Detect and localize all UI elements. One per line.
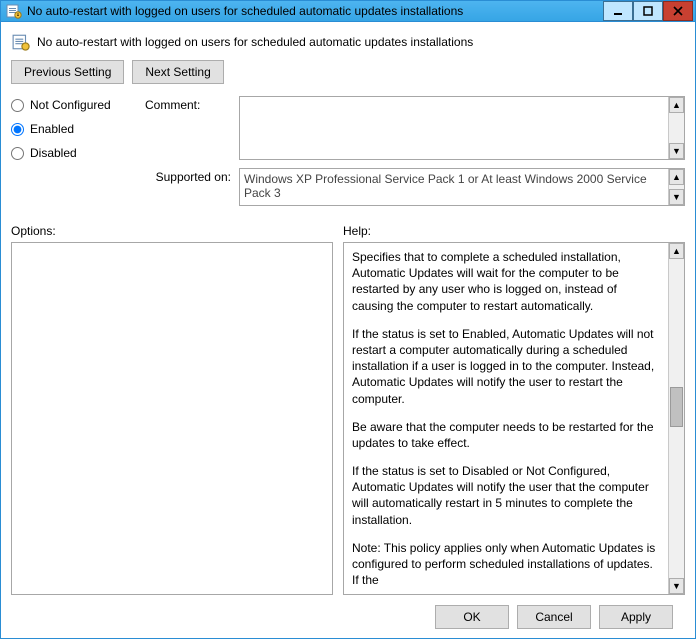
radio-not-configured-input[interactable]: [11, 99, 24, 112]
help-label: Help:: [343, 224, 371, 238]
options-panel: [11, 242, 333, 595]
app-icon: [5, 2, 23, 20]
help-text: Specifies that to complete a scheduled i…: [344, 243, 668, 594]
titlebar: No auto-restart with logged on users for…: [1, 1, 695, 22]
policy-header: No auto-restart with logged on users for…: [11, 30, 685, 60]
supported-scrollbar: ▲ ▼: [668, 169, 684, 205]
radio-not-configured[interactable]: Not Configured: [11, 98, 141, 112]
dialog-footer: OK Cancel Apply: [11, 595, 685, 639]
policy-name: No auto-restart with logged on users for…: [37, 35, 473, 49]
radio-disabled[interactable]: Disabled: [11, 146, 141, 160]
supported-on-field-wrap: Windows XP Professional Service Pack 1 o…: [239, 168, 685, 206]
options-label: Options:: [11, 224, 343, 238]
radio-disabled-input[interactable]: [11, 147, 24, 160]
next-setting-button[interactable]: Next Setting: [132, 60, 223, 84]
help-paragraph: Specifies that to complete a scheduled i…: [352, 249, 660, 314]
close-button[interactable]: [663, 1, 693, 21]
scroll-down-icon[interactable]: ▼: [669, 143, 684, 159]
radio-enabled-label: Enabled: [30, 122, 74, 136]
supported-on-label: Supported on:: [145, 168, 235, 184]
apply-button[interactable]: Apply: [599, 605, 673, 629]
radio-not-configured-label: Not Configured: [30, 98, 111, 112]
policy-dialog: No auto-restart with logged on users for…: [0, 0, 696, 639]
radio-enabled-input[interactable]: [11, 123, 24, 136]
comment-field[interactable]: [240, 97, 668, 159]
scroll-down-icon[interactable]: ▼: [669, 578, 684, 594]
help-paragraph: Be aware that the computer needs to be r…: [352, 419, 660, 451]
maximize-button[interactable]: [633, 1, 663, 21]
cancel-button[interactable]: Cancel: [517, 605, 591, 629]
window-title: No auto-restart with logged on users for…: [27, 4, 603, 18]
scroll-up-icon[interactable]: ▲: [669, 97, 684, 113]
help-panel: Specifies that to complete a scheduled i…: [343, 242, 685, 595]
ok-button[interactable]: OK: [435, 605, 509, 629]
help-paragraph: Note: This policy applies only when Auto…: [352, 540, 660, 589]
radio-enabled[interactable]: Enabled: [11, 122, 141, 136]
previous-setting-button[interactable]: Previous Setting: [11, 60, 124, 84]
scroll-up-icon[interactable]: ▲: [669, 243, 684, 259]
supported-on-value: Windows XP Professional Service Pack 1 o…: [240, 169, 668, 205]
radio-disabled-label: Disabled: [30, 146, 77, 160]
scrollbar-thumb[interactable]: [670, 387, 683, 427]
help-paragraph: If the status is set to Disabled or Not …: [352, 463, 660, 528]
help-scrollbar[interactable]: ▲ ▼: [668, 243, 684, 594]
comment-field-wrap: ▲ ▼: [239, 96, 685, 160]
comment-scrollbar: ▲ ▼: [668, 97, 684, 159]
scroll-down-icon[interactable]: ▼: [669, 189, 684, 205]
scrollbar-track[interactable]: [669, 259, 684, 578]
comment-label: Comment:: [145, 96, 235, 112]
scroll-up-icon[interactable]: ▲: [669, 169, 684, 185]
policy-icon: [11, 32, 31, 52]
minimize-button[interactable]: [603, 1, 633, 21]
help-paragraph: If the status is set to Enabled, Automat…: [352, 326, 660, 407]
